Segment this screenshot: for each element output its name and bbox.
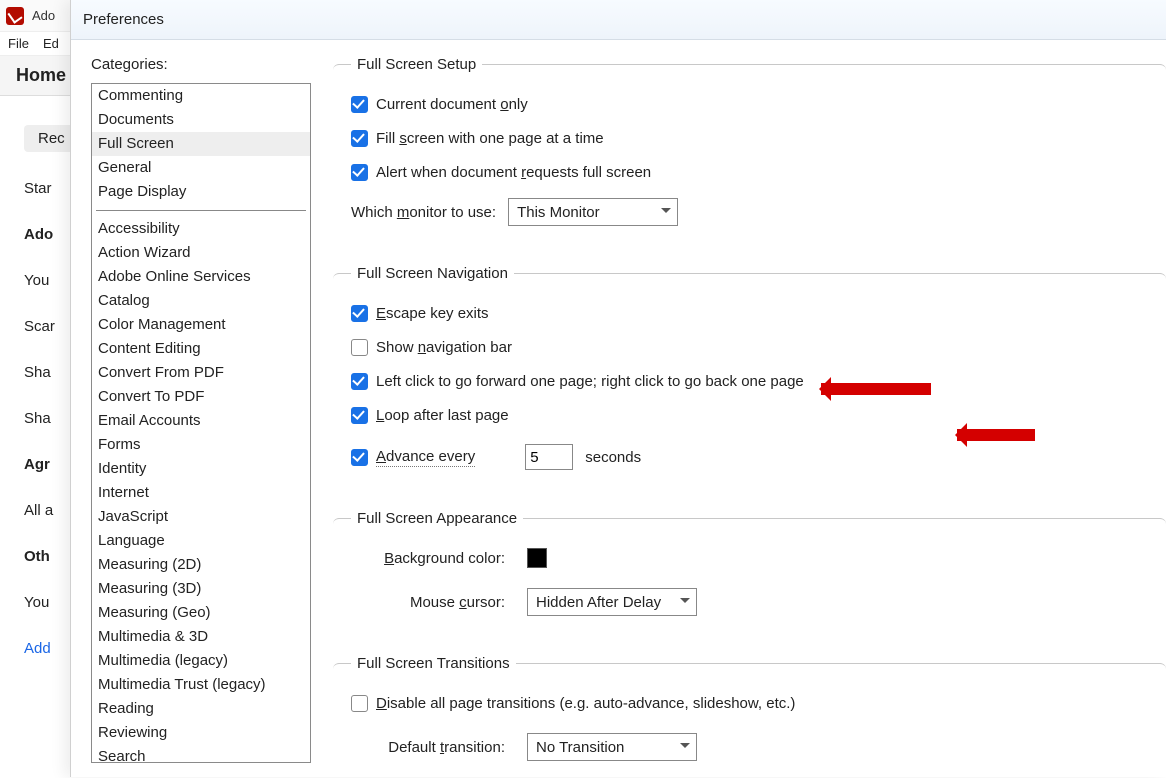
sidebar-sha1[interactable]: Sha xyxy=(24,364,51,381)
category-item[interactable]: Measuring (Geo) xyxy=(92,601,310,625)
lbl-current-document-only: Current document only xyxy=(376,96,528,113)
dialog-title: Preferences xyxy=(83,11,164,28)
category-item[interactable]: Convert From PDF xyxy=(92,361,310,385)
sidebar-heading-adobe: Ado xyxy=(24,226,53,243)
lbl-click-nav: Left click to go forward one page; right… xyxy=(376,373,804,390)
category-item[interactable]: Language xyxy=(92,529,310,553)
category-item[interactable]: Multimedia Trust (legacy) xyxy=(92,673,310,697)
category-item[interactable]: Forms xyxy=(92,433,310,457)
chk-current-document-only[interactable] xyxy=(351,96,368,113)
category-item[interactable]: Commenting xyxy=(92,84,310,108)
legend-transitions: Full Screen Transitions xyxy=(351,655,516,672)
group-setup: Full Screen Setup Current document only … xyxy=(333,56,1166,243)
group-transitions: Full Screen Transitions Disable all page… xyxy=(333,655,1166,778)
menu-edit[interactable]: Ed xyxy=(43,36,59,51)
category-item[interactable]: Multimedia (legacy) xyxy=(92,649,310,673)
category-item[interactable]: Search xyxy=(92,745,310,763)
lbl-advance-every: Advance every xyxy=(376,448,475,467)
legend-setup: Full Screen Setup xyxy=(351,56,482,73)
category-item[interactable]: General xyxy=(92,156,310,180)
select-mouse-cursor[interactable]: Hidden After Delay xyxy=(527,588,697,616)
lbl-which-monitor: Which monitor to use: xyxy=(351,204,496,221)
select-monitor[interactable]: This Monitor xyxy=(508,198,678,226)
chevron-down-icon xyxy=(661,208,671,218)
chk-escape-exits[interactable] xyxy=(351,305,368,322)
select-monitor-value: This Monitor xyxy=(517,204,600,221)
chevron-down-icon xyxy=(680,743,690,753)
category-item[interactable]: Reviewing xyxy=(92,721,310,745)
sidebar-you2[interactable]: You xyxy=(24,594,49,611)
category-item[interactable]: Full Screen xyxy=(92,132,310,156)
adobe-icon xyxy=(6,7,24,25)
category-item[interactable]: Documents xyxy=(92,108,310,132)
lbl-alert-fullscreen: Alert when document requests full screen xyxy=(376,164,651,181)
lbl-seconds: seconds xyxy=(585,449,641,466)
preferences-dialog: Preferences Categories: CommentingDocume… xyxy=(70,0,1166,777)
bg-title: Ado xyxy=(32,8,55,23)
categories-list[interactable]: CommentingDocumentsFull ScreenGeneralPag… xyxy=(91,83,311,763)
category-item[interactable]: Measuring (2D) xyxy=(92,553,310,577)
sidebar-heading-oth: Oth xyxy=(24,548,50,565)
category-item[interactable]: Action Wizard xyxy=(92,241,310,265)
legend-navigation: Full Screen Navigation xyxy=(351,265,514,282)
chevron-down-icon xyxy=(680,598,690,608)
category-item[interactable]: JavaScript xyxy=(92,505,310,529)
category-item[interactable]: Multimedia & 3D xyxy=(92,625,310,649)
category-item[interactable]: Email Accounts xyxy=(92,409,310,433)
chk-fill-screen[interactable] xyxy=(351,130,368,147)
sidebar-alla[interactable]: All a xyxy=(24,502,53,519)
sidebar-heading-agr: Agr xyxy=(24,456,50,473)
category-item[interactable]: Color Management xyxy=(92,313,310,337)
chk-alert-fullscreen[interactable] xyxy=(351,164,368,181)
annotation-arrow-loop xyxy=(821,383,931,395)
lbl-escape-exits: Escape key exits xyxy=(376,305,489,322)
input-advance-seconds[interactable] xyxy=(525,444,573,470)
lbl-mouse-cursor: Mouse cursor: xyxy=(375,594,505,611)
chk-loop[interactable] xyxy=(351,407,368,424)
dialog-titlebar: Preferences xyxy=(71,0,1166,40)
group-appearance: Full Screen Appearance Background color:… xyxy=(333,510,1166,633)
category-item[interactable]: Convert To PDF xyxy=(92,385,310,409)
bg-sidebar: Rec Star Ado You Scar Sha Sha Agr All a … xyxy=(0,96,70,672)
category-item[interactable]: Adobe Online Services xyxy=(92,265,310,289)
menu-file[interactable]: File xyxy=(8,36,29,51)
lbl-bg-color: Background color: xyxy=(375,550,505,567)
category-item[interactable]: Measuring (3D) xyxy=(92,577,310,601)
categories-label: Categories: xyxy=(91,56,311,73)
tab-home[interactable]: Home xyxy=(16,65,66,86)
sidebar-scan[interactable]: Scar xyxy=(24,318,55,335)
lbl-default-transition: Default transition: xyxy=(375,739,505,756)
sidebar-add-link[interactable]: Add xyxy=(24,640,51,657)
legend-appearance: Full Screen Appearance xyxy=(351,510,523,527)
category-item[interactable]: Reading xyxy=(92,697,310,721)
select-default-transition-value: No Transition xyxy=(536,739,624,756)
sidebar-sha2[interactable]: Sha xyxy=(24,410,51,427)
select-default-transition[interactable]: No Transition xyxy=(527,733,697,761)
category-item[interactable]: Internet xyxy=(92,481,310,505)
chk-click-nav[interactable] xyxy=(351,373,368,390)
sidebar-starred[interactable]: Star xyxy=(24,180,52,197)
group-navigation: Full Screen Navigation Escape key exits … xyxy=(333,265,1166,488)
lbl-disable-transitions: Disable all page transitions (e.g. auto-… xyxy=(376,695,795,712)
chk-disable-transitions[interactable] xyxy=(351,695,368,712)
lbl-fill-screen: Fill screen with one page at a time xyxy=(376,130,604,147)
category-item[interactable]: Content Editing xyxy=(92,337,310,361)
swatch-bg-color[interactable] xyxy=(527,548,547,568)
category-item[interactable]: Identity xyxy=(92,457,310,481)
category-item[interactable]: Catalog xyxy=(92,289,310,313)
select-mouse-cursor-value: Hidden After Delay xyxy=(536,594,661,611)
chk-show-navbar[interactable] xyxy=(351,339,368,356)
chk-advance-every[interactable] xyxy=(351,449,368,466)
lbl-loop: Loop after last page xyxy=(376,407,509,424)
annotation-arrow-seconds xyxy=(957,429,1035,441)
category-item[interactable]: Accessibility xyxy=(92,217,310,241)
sidebar-you1[interactable]: You xyxy=(24,272,49,289)
lbl-show-navbar: Show navigation bar xyxy=(376,339,512,356)
category-item[interactable]: Page Display xyxy=(92,180,310,204)
